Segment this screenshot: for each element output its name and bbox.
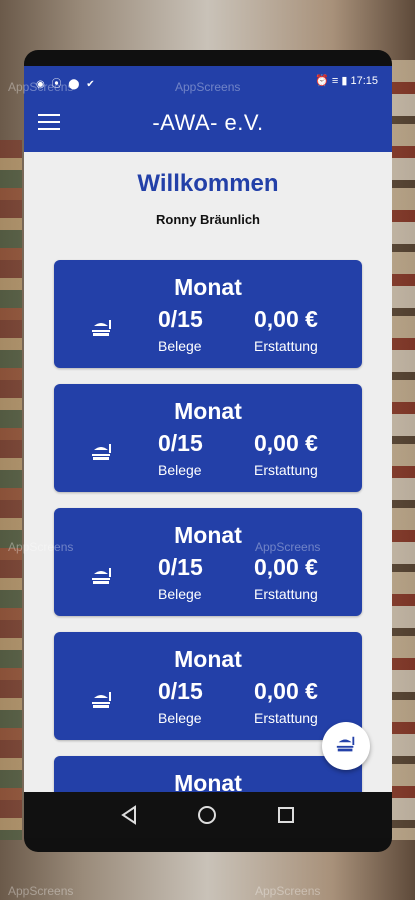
status-right: ⏰ ≡ ▮ 17:15 [315,74,378,87]
month-card[interactable]: Monat [54,756,362,792]
background-books-right [391,60,415,840]
refund-label: Erstattung [254,586,318,602]
refund-amount: 0,00 € [254,306,318,332]
food-receipt-icon [90,442,114,469]
refund-amount: 0,00 € [254,678,318,704]
card-title: Monat [174,646,242,672]
welcome-heading: Willkommen [137,170,279,197]
card-list: Monat 0/15 0,00 € Belege Erstattung Mona… [54,260,362,792]
receipts-label: Belege [158,710,202,726]
refund-label: Erstattung [254,710,318,726]
month-card[interactable]: Monat 0/15 0,00 € Belege Erstattung [54,632,362,740]
system-nav-bar [24,792,392,838]
month-card[interactable]: Monat 0/15 0,00 € Belege Erstattung [54,260,362,368]
status-time: 17:15 [350,75,378,87]
user-name: Ronny Bräunlich [155,212,260,227]
status-bar: ◉ ⦿ ⬤ ✔ ⏰ ≡ ▮ 17:15 [24,66,392,96]
receipts-count: 0/15 [158,306,203,332]
refund-label: Erstattung [254,338,318,354]
receipts-label: Belege [158,338,202,354]
receipts-count: 0/15 [158,430,203,456]
refund-amount: 0,00 € [254,430,318,456]
month-card[interactable]: Monat 0/15 0,00 € Belege Erstattung [54,384,362,492]
status-icons-left: ◉ ⦿ ⬤ ✔ [36,79,97,90]
add-receipt-fab[interactable] [322,722,370,770]
food-receipt-icon [336,736,355,752]
refund-label: Erstattung [254,462,318,478]
card-title: Monat [174,770,242,792]
receipts-label: Belege [158,586,202,602]
back-triangle-icon[interactable] [116,802,142,828]
background-books-left [0,140,22,840]
watermark-text: AppScreens [255,884,321,898]
card-title: Monat [174,522,242,548]
receipts-label: Belege [158,462,202,478]
refund-amount: 0,00 € [254,554,318,580]
recent-square-icon[interactable] [273,802,299,828]
food-receipt-icon [90,566,114,593]
phone-frame: ◉ ⦿ ⬤ ✔ ⏰ ≡ ▮ 17:15 -AWA- e.V. Willkomme… [24,50,392,852]
card-title: Monat [174,274,242,300]
home-circle-icon[interactable] [194,802,220,828]
receipts-count: 0/15 [158,678,203,704]
app-title: -AWA- e.V. [152,110,264,135]
app-bar: -AWA- e.V. [24,96,392,152]
food-receipt-icon [90,690,114,717]
watermark-text: AppScreens [8,884,74,898]
receipts-count: 0/15 [158,554,203,580]
food-receipt-icon [90,318,114,345]
month-card[interactable]: Monat 0/15 0,00 € Belege Erstattung [54,508,362,616]
main-content: Willkommen Ronny Bräunlich Monat 0/15 0,… [24,152,392,792]
status-icons-right: ⏰ ≡ ▮ [315,75,348,87]
card-title: Monat [174,398,242,424]
